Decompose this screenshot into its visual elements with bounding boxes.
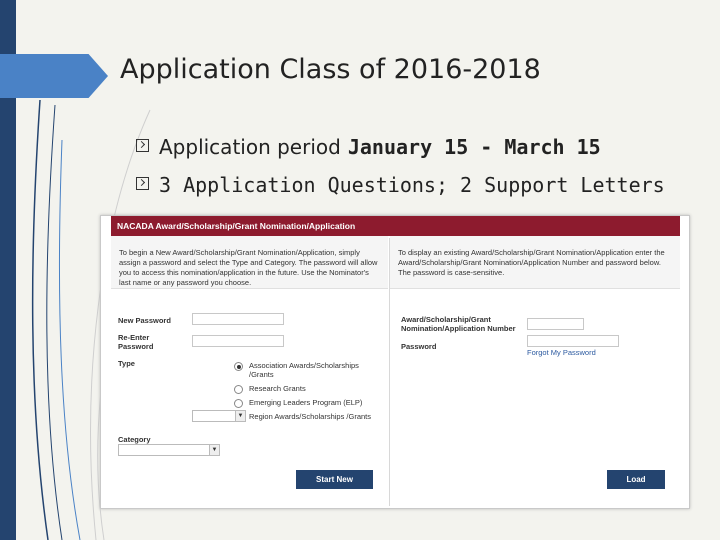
- load-button[interactable]: Load: [607, 470, 665, 489]
- chevron-down-icon[interactable]: ▼: [209, 445, 219, 455]
- bullet-list: Application period January 15 - March 15…: [136, 128, 665, 204]
- radio-button[interactable]: [234, 399, 243, 408]
- password-input[interactable]: [527, 335, 619, 347]
- radio-button[interactable]: [234, 385, 243, 394]
- password-label: Password: [401, 342, 437, 351]
- type-option-region[interactable]: Region Awards/Scholarships /Grants: [234, 412, 384, 422]
- type-radio-group: Association Awards/Scholarships /Grants …: [234, 361, 384, 426]
- form-header: NACADA Award/Scholarship/Grant Nominatio…: [111, 216, 680, 236]
- type-option-research[interactable]: Research Grants: [234, 384, 384, 394]
- reenter-password-input[interactable]: [192, 335, 284, 347]
- new-password-label: New Password: [118, 316, 171, 325]
- bullet-application-period: Application period January 15 - March 15: [136, 128, 665, 166]
- arrow-box-icon: [136, 176, 149, 190]
- category-label: Category: [118, 435, 151, 444]
- type-label: Type: [118, 359, 135, 368]
- column-divider: [389, 238, 390, 506]
- start-new-button[interactable]: Start New: [296, 470, 373, 489]
- chevron-down-icon[interactable]: ▼: [235, 411, 245, 421]
- radio-label: Region Awards/Scholarships /Grants: [249, 412, 372, 421]
- application-number-label: Award/Scholarship/Grant Nomination/Appli…: [401, 315, 516, 333]
- new-application-intro: To begin a New Award/Scholarship/Grant N…: [111, 236, 388, 289]
- new-password-input[interactable]: [192, 313, 284, 325]
- existing-intro-text: To display an existing Award/Scholarship…: [398, 248, 665, 277]
- slide-title: Application Class of 2016-2018: [120, 54, 541, 85]
- bullet-date-range: January 15 - March 15: [347, 135, 601, 159]
- reenter-password-label: Re-Enter Password: [118, 333, 154, 351]
- existing-application-intro: To display an existing Award/Scholarship…: [390, 236, 680, 289]
- radio-label: Association Awards/Scholarships /Grants: [249, 361, 359, 379]
- type-option-elp[interactable]: Emerging Leaders Program (ELP): [234, 398, 384, 408]
- bullet-text: 3 Application Questions; 2 Support Lette…: [159, 173, 665, 197]
- radio-button[interactable]: [234, 362, 243, 371]
- radio-label: Research Grants: [249, 384, 306, 393]
- category-select[interactable]: ▼: [118, 444, 220, 456]
- forgot-password-link[interactable]: Forgot My Password: [527, 348, 596, 357]
- new-intro-text: To begin a New Award/Scholarship/Grant N…: [119, 248, 378, 287]
- type-option-association[interactable]: Association Awards/Scholarships /Grants: [234, 361, 384, 379]
- region-select[interactable]: ▼: [192, 410, 246, 422]
- application-number-input[interactable]: [527, 318, 584, 330]
- application-form-screenshot: NACADA Award/Scholarship/Grant Nominatio…: [100, 215, 690, 509]
- radio-label: Emerging Leaders Program (ELP): [249, 398, 363, 407]
- bullet-requirements: 3 Application Questions; 2 Support Lette…: [136, 166, 665, 204]
- arrow-box-icon: [136, 138, 149, 152]
- bullet-text: Application period: [159, 135, 341, 159]
